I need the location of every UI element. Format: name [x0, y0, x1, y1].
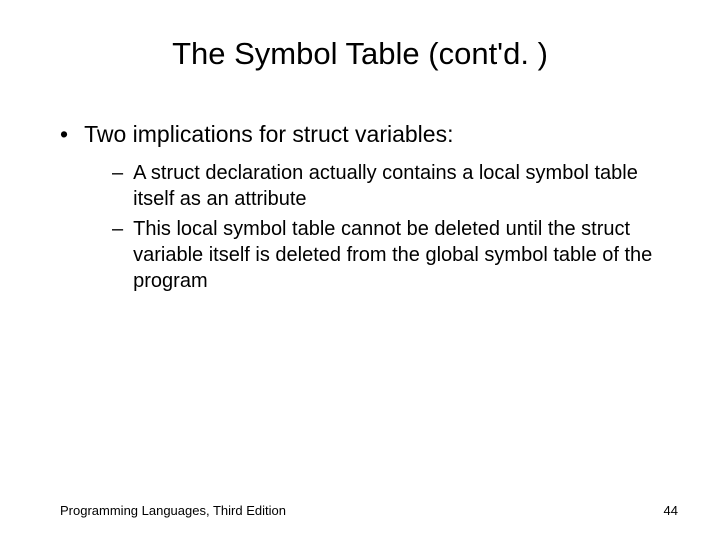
dash-icon: –	[112, 216, 123, 242]
slide-title: The Symbol Table (cont'd. )	[40, 36, 680, 72]
slide-footer: Programming Languages, Third Edition 44	[60, 503, 678, 518]
sub-bullet-list: – A struct declaration actually contains…	[60, 160, 680, 294]
sub-bullet-text: This local symbol table cannot be delete…	[133, 216, 680, 294]
footer-source: Programming Languages, Third Edition	[60, 503, 286, 518]
sub-bullet-item: – This local symbol table cannot be dele…	[112, 216, 680, 294]
sub-bullet-text: A struct declaration actually contains a…	[133, 160, 680, 212]
main-bullet-text: Two implications for struct variables:	[84, 120, 453, 150]
dash-icon: –	[112, 160, 123, 186]
sub-bullet-item: – A struct declaration actually contains…	[112, 160, 680, 212]
slide-content: • Two implications for struct variables:…	[40, 120, 680, 294]
slide-container: The Symbol Table (cont'd. ) • Two implic…	[0, 0, 720, 540]
bullet-dot-icon: •	[60, 120, 68, 150]
main-bullet: • Two implications for struct variables:	[60, 120, 680, 150]
page-number: 44	[664, 503, 678, 518]
